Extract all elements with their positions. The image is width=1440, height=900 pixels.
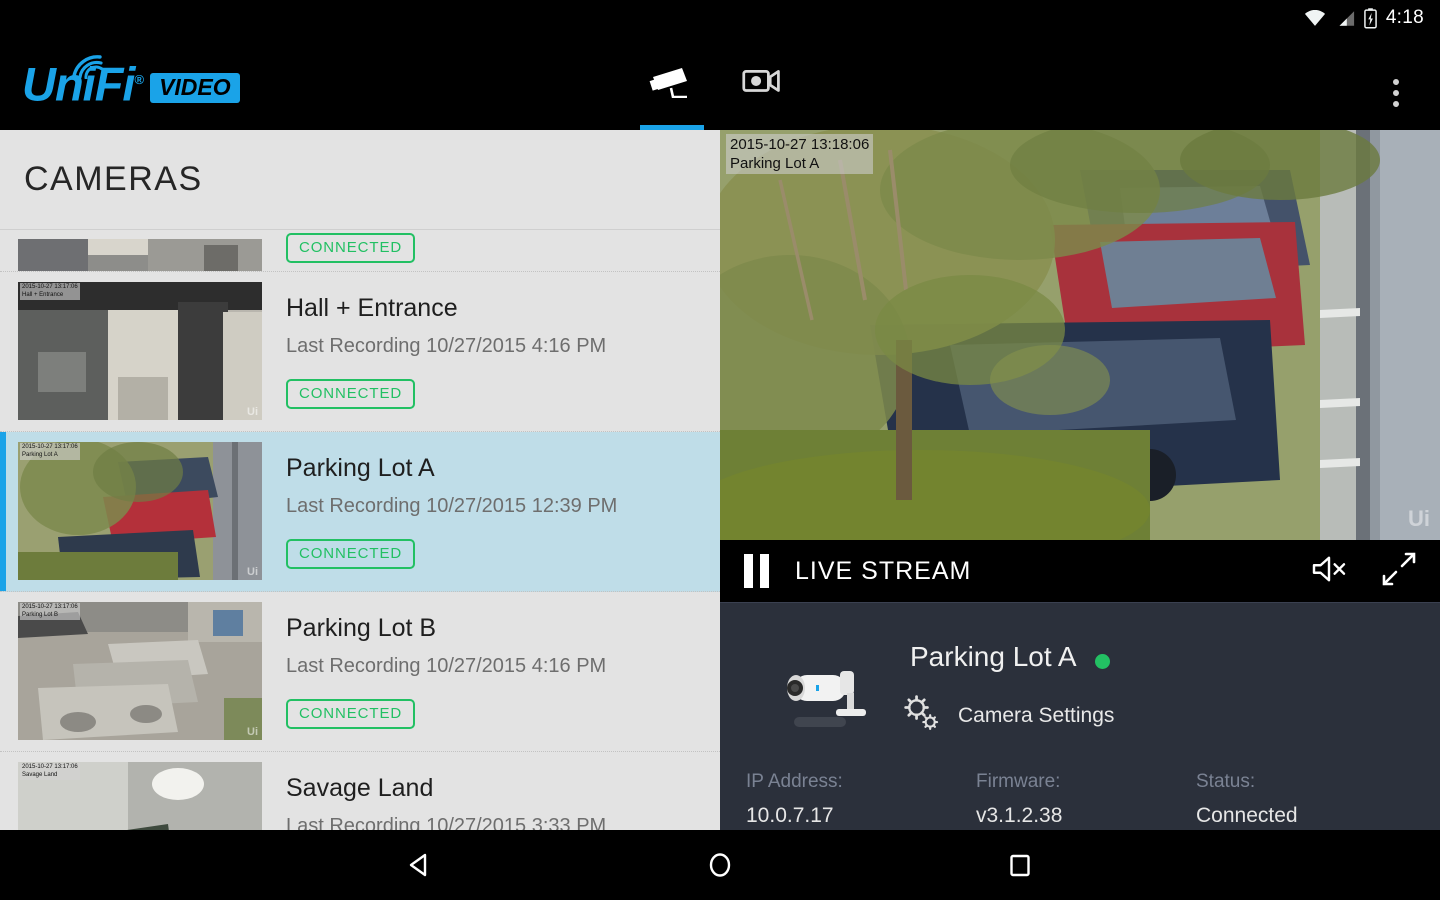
watermark-icon: Ui <box>247 726 258 738</box>
unifi-video-logo: UniFi® VIDEO <box>22 55 240 108</box>
camera-info: Savage Land Last Recording 10/27/2015 3:… <box>262 752 720 830</box>
video-frame <box>720 130 1440 540</box>
home-button[interactable] <box>570 850 870 880</box>
logo-wordmark: UniFi® <box>22 55 144 108</box>
camera-settings-button[interactable]: Camera Settings <box>902 693 1114 738</box>
list-item-selected[interactable]: 2015-10-27 13:17:06 Parking Lot A Ui Park… <box>0 432 720 592</box>
camcorder-icon <box>741 65 783 101</box>
camera-list[interactable]: CONNECTED 2015-10-27 13:17:06 Hall + Ent… <box>0 230 720 830</box>
info-value: 10.0.7.17 <box>746 804 834 827</box>
thumbnail-timestamp: 2015-10-27 13:17:06 Savage Land <box>20 763 80 780</box>
camera-detail-pane: 2015-10-27 13:18:06 Parking Lot A Ui LIV… <box>720 130 1440 830</box>
status-dot-icon <box>1095 654 1110 669</box>
live-stream-label: LIVE STREAM <box>795 556 972 585</box>
player-controls-right <box>1310 552 1416 591</box>
camera-settings-label: Camera Settings <box>958 703 1115 727</box>
camera-info: Parking Lot A Last Recording 10/27/2015 … <box>262 432 720 591</box>
thumbnail-timestamp: 2015-10-27 13:17:06 Parking Lot B <box>20 603 80 620</box>
list-item[interactable]: CONNECTED <box>0 230 720 272</box>
tab-recordings[interactable] <box>730 36 794 130</box>
status-badge: CONNECTED <box>286 379 416 409</box>
logo-video-badge: VIDEO <box>150 72 240 103</box>
status-badge: CONNECTED <box>286 233 416 263</box>
camera-last-recording: Last Recording 10/27/2015 4:16 PM <box>286 655 607 677</box>
security-camera-icon <box>649 64 695 103</box>
thumbnail-timestamp: 2015-10-27 13:17:06 Parking Lot A <box>20 443 80 460</box>
camera-name: Savage Land <box>286 774 434 802</box>
camera-info: CONNECTED <box>262 230 720 271</box>
info-ip-address: IP Address: 10.0.7.17 <box>720 771 950 828</box>
info-firmware: Firmware: v3.1.2.38 <box>950 771 1170 828</box>
video-overlay-label: 2015-10-27 13:18:06 Parking Lot A <box>726 134 874 174</box>
list-item[interactable]: 2015-10-27 13:17:06 Parking Lot B Ui Park… <box>0 592 720 752</box>
android-navigation-bar <box>0 830 1440 900</box>
tab-live-cameras[interactable] <box>640 36 704 130</box>
android-status-bar: 4:18 <box>0 0 1440 36</box>
wifi-arcs-icon <box>70 39 112 80</box>
recents-square-icon <box>1010 854 1030 877</box>
logo-registered-mark: ® <box>134 72 144 87</box>
list-item[interactable]: 2015-10-27 13:17:06 Hall + Entrance Ui Ha… <box>0 272 720 432</box>
status-badge: CONNECTED <box>286 699 416 729</box>
video-overlay-camera-name: Parking Lot A <box>730 155 820 172</box>
page-title: CAMERAS <box>24 160 203 198</box>
camera-last-recording: Last Recording 10/27/2015 12:39 PM <box>286 495 618 517</box>
live-video-feed[interactable]: 2015-10-27 13:18:06 Parking Lot A Ui <box>720 130 1440 540</box>
camera-thumbnail <box>18 239 262 271</box>
info-key: Status: <box>1196 771 1256 792</box>
app-bar: UniFi® VIDEO <box>0 36 1440 130</box>
camera-thumbnail: 2015-10-27 13:17:06 Hall + Entrance Ui <box>18 282 262 420</box>
camera-list-pane: CAMERAS CONNECTED 2015-10-27 13:17:06 Ha… <box>0 130 720 830</box>
cameras-header: CAMERAS <box>0 130 720 230</box>
video-overlay-timestamp: 2015-10-27 13:18:06 <box>730 136 870 153</box>
recents-button[interactable] <box>870 850 1170 880</box>
camera-thumbnail: 2015-10-27 13:17:06 Parking Lot B Ui <box>18 602 262 740</box>
camera-product-image <box>768 653 878 733</box>
mute-icon[interactable] <box>1310 554 1348 589</box>
cellular-signal-icon <box>1335 10 1355 27</box>
overflow-menu-icon[interactable] <box>1384 76 1408 110</box>
camera-name: Parking Lot B <box>286 614 437 642</box>
back-button[interactable] <box>270 850 570 880</box>
info-key: Firmware: <box>976 771 1061 792</box>
info-value: Connected <box>1196 804 1298 827</box>
info-value: v3.1.2.38 <box>976 804 1063 827</box>
camera-last-recording: Last Recording 10/27/2015 4:16 PM <box>286 335 607 357</box>
player-controls: LIVE STREAM <box>720 540 1440 602</box>
gears-icon <box>902 693 942 738</box>
watermark-icon: Ui <box>247 406 258 418</box>
wifi-icon <box>1304 9 1326 27</box>
watermark-icon: Ui <box>1408 506 1430 531</box>
pause-button[interactable] <box>744 554 769 588</box>
info-status: Status: Connected <box>1170 771 1440 828</box>
watermark-icon: Ui <box>247 566 258 578</box>
home-circle-icon <box>709 853 731 877</box>
camera-info: Hall + Entrance Last Recording 10/27/201… <box>262 272 720 431</box>
camera-details-panel: Parking Lot A Camera Settings IP Address… <box>720 602 1440 830</box>
fullscreen-icon[interactable] <box>1382 552 1416 591</box>
app-bar-tabs <box>640 36 794 130</box>
camera-info: Parking Lot B Last Recording 10/27/2015 … <box>262 592 720 751</box>
list-item[interactable]: 2015-10-27 13:17:06 Savage Land Savage La… <box>0 752 720 830</box>
unifi-video-app: 4:18 UniFi® VIDEO CAMERAS CONNECTED 2015… <box>0 0 1440 900</box>
status-bar-clock: 4:18 <box>1385 7 1424 28</box>
camera-info-row: IP Address: 10.0.7.17 Firmware: v3.1.2.3… <box>720 771 1440 828</box>
info-key: IP Address: <box>746 771 843 792</box>
camera-name: Parking Lot A <box>286 454 435 482</box>
detail-camera-name: Parking Lot A <box>910 641 1077 672</box>
back-triangle-icon <box>409 853 427 877</box>
camera-last-recording: Last Recording 10/27/2015 3:33 PM <box>286 815 607 830</box>
camera-thumbnail: 2015-10-27 13:17:06 Savage Land <box>18 762 262 830</box>
thumbnail-timestamp: 2015-10-27 13:17:06 Hall + Entrance <box>20 283 80 300</box>
status-badge: CONNECTED <box>286 539 416 569</box>
battery-charging-icon <box>1363 7 1377 29</box>
camera-name: Hall + Entrance <box>286 294 458 322</box>
camera-thumbnail: 2015-10-27 13:17:06 Parking Lot A Ui <box>18 442 262 580</box>
